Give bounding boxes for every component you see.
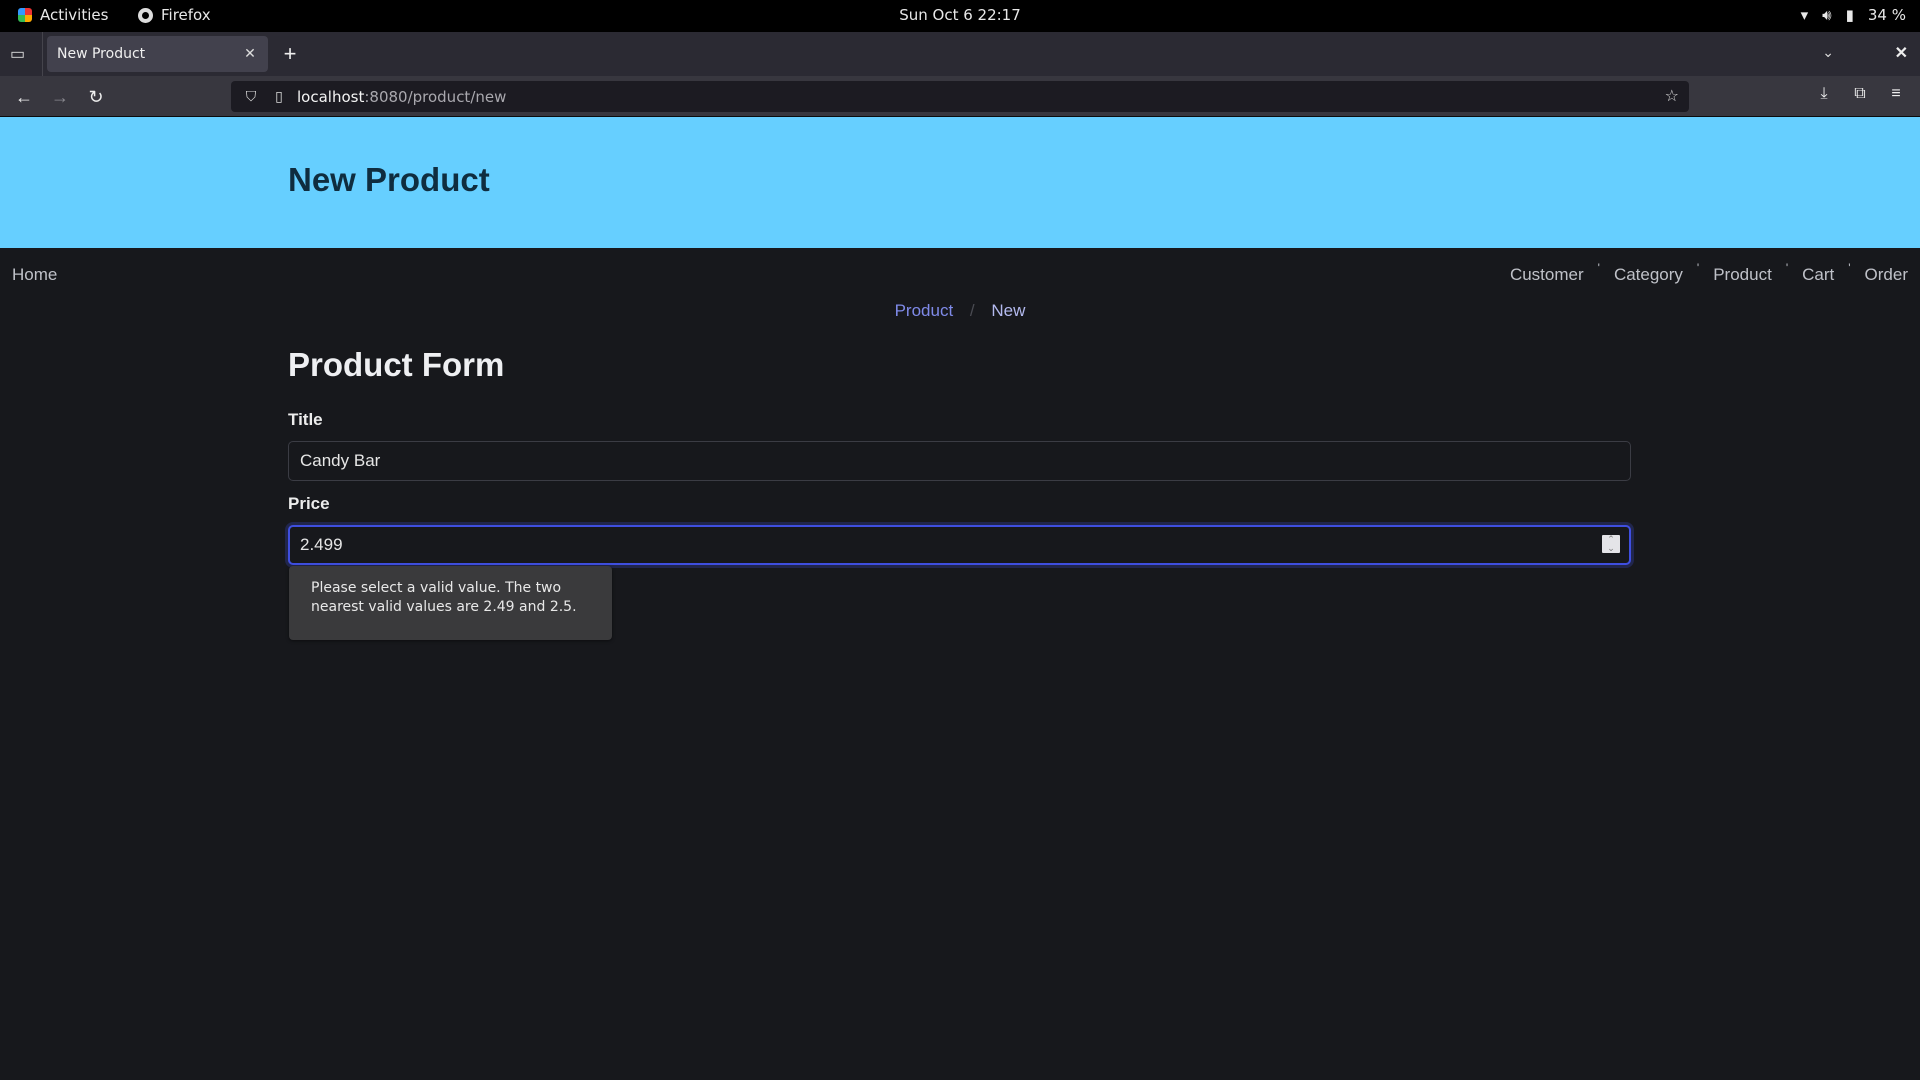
new-tab-button[interactable]: +	[280, 42, 300, 66]
nav-home-link[interactable]: Home	[12, 265, 57, 285]
tab-close-icon[interactable]: ✕	[242, 46, 258, 62]
firefox-view-icon[interactable]: ▭	[10, 44, 30, 64]
shield-icon[interactable]: ⛉	[241, 89, 261, 105]
tab-strip: ▭ New Product ✕ + ⌄ ✕	[0, 32, 1920, 76]
nav-link-cart[interactable]: Cart	[1802, 265, 1834, 285]
tab-divider	[42, 32, 43, 76]
page-icon[interactable]: ▯	[269, 89, 289, 105]
breadcrumb: Product / New	[0, 301, 1920, 321]
battery-icon: ▮	[1845, 6, 1854, 24]
tab-title: New Product	[57, 46, 146, 62]
bookmark-star-icon[interactable]: ☆	[1665, 86, 1679, 105]
nav-separator: '	[1848, 261, 1851, 275]
url-bar[interactable]: ⛉ ▯ localhost:8080/product/new ☆	[231, 81, 1689, 112]
page-header: New Product	[0, 117, 1920, 248]
nav-link-category[interactable]: Category	[1614, 265, 1683, 285]
nav-link-order[interactable]: Order	[1865, 265, 1908, 285]
battery-percentage: 34 %	[1867, 6, 1906, 24]
breadcrumb-divider: /	[969, 301, 975, 320]
navigation-toolbar: ← → ↻ ⛉ ▯ localhost:8080/product/new ☆ ⤓…	[0, 76, 1920, 117]
form-title: Product Form	[288, 346, 505, 383]
reload-icon[interactable]: ↻	[84, 85, 108, 109]
forward-icon[interactable]: →	[48, 85, 72, 109]
download-icon[interactable]: ⤓	[1812, 85, 1836, 103]
price-spinner[interactable]: ⌃ ⌄	[1602, 535, 1620, 553]
nav-separator: '	[1785, 261, 1789, 275]
clock[interactable]: Sun Oct 6 22:17	[0, 6, 1920, 24]
title-input[interactable]	[288, 441, 1631, 481]
nav-separator: '	[1696, 261, 1700, 275]
window-close-icon[interactable]: ✕	[1895, 43, 1908, 63]
page: New Product Home Customer ' Category ' P…	[0, 117, 1920, 1080]
chevron-down-icon[interactable]: ⌄	[1822, 44, 1834, 61]
validation-tooltip: Please select a valid value. The two nea…	[289, 566, 612, 640]
tab-active[interactable]: New Product ✕	[47, 36, 268, 72]
back-icon[interactable]: ←	[12, 85, 36, 109]
url-host: localhost	[297, 87, 365, 106]
menu-icon[interactable]: ≡	[1884, 85, 1908, 103]
title-label: Title	[288, 410, 323, 429]
site-nav: Home Customer ' Category ' Product ' Car…	[0, 248, 1920, 298]
breadcrumb-current: New	[991, 301, 1026, 320]
nav-links: Customer ' Category ' Product ' Cart ' O…	[1510, 261, 1908, 285]
volume-icon: 🔊︎	[1822, 6, 1832, 24]
breadcrumb-product-link[interactable]: Product	[895, 301, 954, 320]
wifi-icon: ▾	[1800, 6, 1809, 24]
extensions-icon[interactable]: ⧉	[1848, 85, 1872, 103]
url-path: :8080/product/new	[364, 87, 507, 106]
price-label: Price	[288, 494, 330, 513]
nav-link-customer[interactable]: Customer	[1510, 265, 1584, 285]
nav-link-product[interactable]: Product	[1713, 265, 1772, 285]
page-title: New Product	[288, 161, 490, 198]
system-status-area[interactable]: ▾ 🔊︎ ▮ 34 %	[1801, 6, 1906, 24]
price-input[interactable]	[288, 525, 1631, 565]
system-top-bar: Activities Firefox Sun Oct 6 22:17 ▾ 🔊︎ …	[0, 0, 1920, 32]
nav-separator: '	[1597, 261, 1600, 275]
